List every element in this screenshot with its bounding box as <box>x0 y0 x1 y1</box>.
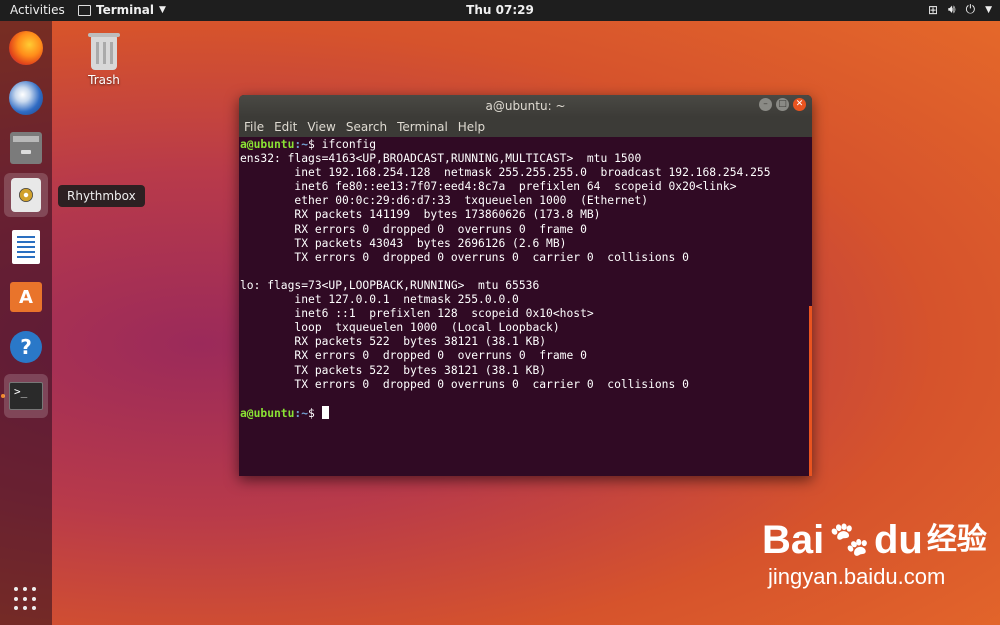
dock-tooltip: Rhythmbox <box>58 185 145 207</box>
menu-help[interactable]: Help <box>458 120 485 134</box>
power-icon: ⏻ <box>965 2 976 16</box>
command-text: ifconfig <box>321 138 377 151</box>
scrollbar[interactable] <box>809 306 812 476</box>
window-title: a@ubuntu: ~ <box>485 99 566 113</box>
watermark-brand-right: du <box>873 518 923 562</box>
dock-item-thunderbird[interactable] <box>4 76 48 120</box>
menu-terminal[interactable]: Terminal <box>397 120 448 134</box>
menu-file[interactable]: File <box>244 120 264 134</box>
output-line: inet 127.0.0.1 netmask 255.0.0.0 <box>240 293 519 307</box>
show-applications-icon[interactable] <box>14 587 38 611</box>
watermark-brand-left: Bai <box>762 518 825 562</box>
menu-bar: File Edit View Search Terminal Help <box>239 117 812 137</box>
watermark-url: jingyan.baidu.com <box>768 564 946 589</box>
output-line: loop txqueuelen 1000 (Local Loopback) <box>240 321 560 335</box>
prompt-path: :~ <box>294 406 309 420</box>
text-cursor <box>321 405 329 419</box>
app-menu[interactable]: Terminal ▼ <box>78 3 166 17</box>
output-line: RX errors 0 dropped 0 overruns 0 frame 0 <box>240 222 587 236</box>
output-line: TX errors 0 dropped 0 overruns 0 carrier… <box>240 250 689 264</box>
prompt-path: :~ <box>294 138 309 151</box>
network-icon: ⊞ <box>927 2 939 17</box>
watermark-brand-cn: 经验 <box>926 523 987 556</box>
output-line: RX packets 522 bytes 38121 (38.1 KB) <box>240 335 547 349</box>
paw-icon: 🐾︎ <box>826 519 872 560</box>
terminal-output-area[interactable]: a@ubuntu:~$ ifconfig ens32: flags=4163<U… <box>239 137 812 476</box>
terminal-output: a@ubuntu:~$ ifconfig ens32: flags=4163<U… <box>239 137 812 421</box>
chevron-down-icon: ▼ <box>159 5 166 15</box>
maximize-button[interactable]: □ <box>776 98 789 111</box>
trash-icon <box>88 33 120 70</box>
menu-search[interactable]: Search <box>346 120 387 134</box>
dock-item-software[interactable]: A <box>4 275 48 319</box>
dock-item-terminal[interactable]: >_ <box>4 374 48 418</box>
thunderbird-icon <box>9 81 43 115</box>
dock: A ? >_ <box>0 21 52 625</box>
dock-item-help[interactable]: ? <box>4 325 48 369</box>
output-line: inet6 fe80::ee13:7f07:eed4:8c7a prefixle… <box>240 180 737 194</box>
baidu-watermark: Bai 🐾︎ du 经验 jingyan.baidu.com <box>762 518 987 590</box>
rhythmbox-icon <box>11 178 41 212</box>
dock-item-rhythmbox[interactable] <box>4 173 48 217</box>
clock[interactable]: Thu 07:29 <box>466 3 534 17</box>
output-line: TX errors 0 dropped 0 overruns 0 carrier… <box>240 377 689 391</box>
close-button[interactable]: ✕ <box>793 98 806 111</box>
output-line: ether 00:0c:29:d6:d7:33 txqueuelen 1000 … <box>240 194 649 208</box>
desktop-trash[interactable]: Trash <box>82 33 126 87</box>
firefox-icon <box>9 31 43 65</box>
output-line: ens32: flags=4163<UP,BROADCAST,RUNNING,M… <box>240 152 642 166</box>
output-line: lo: flags=73<UP,LOOPBACK,RUNNING> mtu 65… <box>240 278 540 292</box>
watermark-logo: Bai 🐾︎ du 经验 <box>762 518 987 562</box>
prompt-symbol: $ <box>308 406 322 420</box>
software-icon: A <box>10 282 42 312</box>
window-titlebar[interactable]: a@ubuntu: ~ – □ ✕ <box>239 95 812 117</box>
dock-item-firefox[interactable] <box>4 26 48 70</box>
files-icon <box>10 132 42 164</box>
chevron-down-icon: ▼ <box>985 4 992 15</box>
output-line: TX packets 522 bytes 38121 (38.1 KB) <box>240 363 547 377</box>
output-line: inet 192.168.254.128 netmask 255.255.255… <box>240 166 771 180</box>
minimize-button[interactable]: – <box>759 98 772 111</box>
dock-item-files[interactable] <box>4 126 48 170</box>
prompt-user: a@ubuntu <box>240 138 295 151</box>
writer-icon <box>12 230 40 264</box>
terminal-window[interactable]: a@ubuntu: ~ – □ ✕ File Edit View Search … <box>239 95 812 476</box>
system-tray[interactable]: ⊞ 🔊︎ ⏻ ▼ <box>928 2 992 17</box>
terminal-icon: >_ <box>9 382 43 410</box>
window-controls: – □ ✕ <box>759 98 806 111</box>
app-menu-label: Terminal <box>96 3 155 17</box>
output-line: RX errors 0 dropped 0 overruns 0 frame 0 <box>240 349 587 363</box>
trash-label: Trash <box>88 73 120 87</box>
prompt-user: a@ubuntu <box>240 406 295 420</box>
dock-item-writer[interactable] <box>4 225 48 269</box>
activities-button[interactable]: Activities <box>10 3 65 17</box>
volume-icon: 🔊︎ <box>948 2 956 16</box>
help-icon: ? <box>10 331 42 363</box>
output-line: inet6 ::1 prefixlen 128 scopeid 0x10<hos… <box>240 307 594 321</box>
top-bar: Activities Terminal ▼ Thu 07:29 ⊞ 🔊︎ ⏻ ▼ <box>0 0 1000 21</box>
prompt-symbol: $ <box>308 138 322 151</box>
menu-view[interactable]: View <box>307 120 335 134</box>
output-line: TX packets 43043 bytes 2696126 (2.6 MB) <box>240 236 567 250</box>
menu-edit[interactable]: Edit <box>274 120 297 134</box>
output-line: RX packets 141199 bytes 173860626 (173.8… <box>240 208 601 222</box>
terminal-icon <box>78 4 91 16</box>
